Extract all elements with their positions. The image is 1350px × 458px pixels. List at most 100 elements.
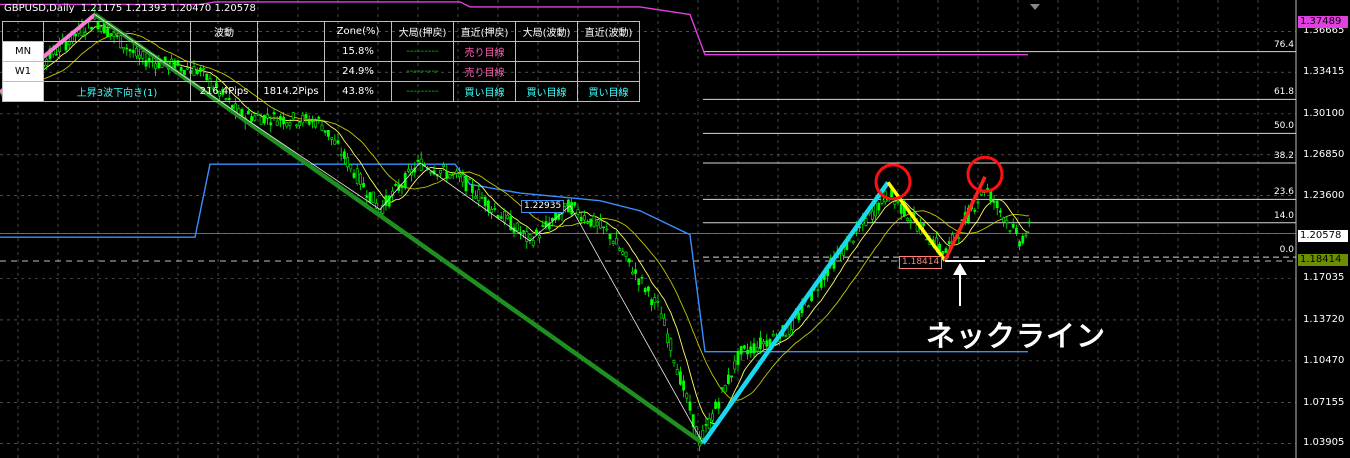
candle-body [611,241,615,244]
candle-body [464,175,468,192]
candle-body [294,124,298,127]
candle-body [922,223,926,226]
candle-body [282,116,286,125]
candle-body [893,201,897,205]
candle-body [528,234,532,239]
symbol-label: GBPUSD,Daily [4,3,75,14]
candle-body [973,210,977,212]
neck-price-box: 1.18414 [1298,254,1348,266]
candle-body [650,299,654,306]
candle-body [672,360,676,364]
candle-body [250,116,254,122]
neckline-arrow-head [953,262,967,275]
candle-body [493,208,497,210]
candle-body [877,203,881,211]
candle-body [602,226,606,229]
candle-body [627,258,631,263]
candle-body [486,200,490,212]
candle-body [736,351,740,365]
candle-body [605,228,609,231]
view-cell: 売り目線 [453,61,516,82]
header-cell [43,21,191,42]
candle-body [989,190,993,202]
pips-cell [190,61,258,82]
candle-body [438,170,442,174]
candle-body [502,210,506,223]
candle-body [1018,241,1022,247]
candle-body [336,140,340,144]
candle-body [704,424,708,426]
candle-body [749,346,753,354]
candle-body [269,122,273,126]
timeframe-cell [2,81,44,102]
candle-body [323,130,327,133]
candle-body [1011,223,1015,228]
candle-body [333,139,337,145]
candle-body [653,297,657,303]
candle-body [733,360,737,370]
candle-body [630,271,634,275]
candle-body [307,120,311,125]
candle-body [730,375,734,378]
candle-body [909,220,913,223]
candle-body [499,216,503,219]
candle-body [758,337,762,349]
candle-body [365,195,369,198]
wave-cell [43,41,191,62]
y-tick-label: 1.13720 [1303,313,1345,325]
candle-body [458,173,462,178]
pips-cell [190,41,258,62]
candle-body [1014,227,1018,234]
candle-body [1008,230,1012,232]
candle-body [368,192,372,203]
candle-body [253,115,257,121]
header-cell: 大局(押戻) [391,21,454,42]
candle-body [643,288,647,293]
candle-body [358,173,362,185]
candle-body [592,215,596,227]
candle-body [416,159,420,162]
candle-body [266,114,270,119]
candle-body [352,172,356,178]
candle-body [371,191,375,203]
candle-body [541,225,545,227]
view-cell: --------- [391,81,454,102]
chart-window[interactable]: 1.36665 1.33415 1.30100 1.26850 1.23600 1.170… [0,0,1350,458]
candle-body [771,334,775,337]
candle-body [259,116,263,125]
candle-body [256,113,260,116]
candle-body [874,203,878,217]
candle-body [515,222,519,231]
candle-body [470,184,474,193]
header-cell [2,21,44,42]
candle-body [717,401,721,409]
candle-body [522,230,526,233]
candle-body [278,116,282,121]
fib-level-label: 0.0 [1279,245,1294,256]
view-cell [515,41,578,62]
y-tick-label: 1.23600 [1303,189,1345,201]
candle-body [944,248,948,254]
high-mark-label: 1.22935 [521,200,565,213]
candle-body [285,122,289,127]
y-tick-label: 1.17035 [1303,272,1345,284]
candle-body [387,195,391,207]
candle-body [659,313,663,319]
candle-body [864,218,868,226]
candle-body [490,209,494,213]
header-cell: 大局(波動) [515,21,578,42]
y-tick-label: 1.26850 [1303,148,1345,160]
candle-body [573,202,577,206]
candle-body [304,114,308,119]
candle-body [301,114,305,124]
candle-body [1021,235,1025,244]
candle-body [262,114,266,124]
candle-body [247,110,250,115]
fib-level-label: 14.0 [1273,210,1294,221]
candle-body [291,112,295,120]
view-cell: 買い目線 [453,81,516,102]
top-circle-1 [874,163,912,201]
pips-cell: 216.4Pips [190,81,258,102]
candle-body [806,305,810,308]
candle-body [525,231,529,242]
